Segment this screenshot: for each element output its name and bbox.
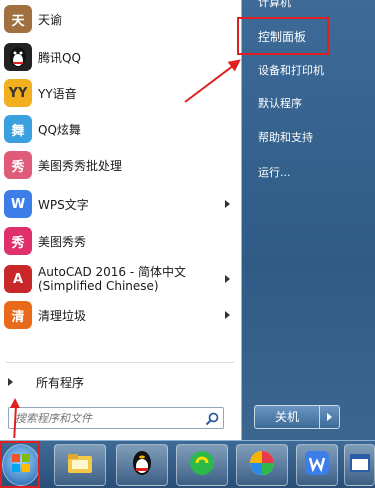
menu-item-default-programs[interactable]: 默认程序 xyxy=(250,89,368,117)
start-menu-programs-pane: 天 天谕 腾讯QQ YY YY语音 舞 QQ炫舞 秀 美图秀秀批处理 W WPS… xyxy=(0,0,242,440)
menu-item-devices-printers[interactable]: 设备和打印机 xyxy=(250,56,368,84)
taskbar-window-app-button[interactable] xyxy=(344,444,375,486)
yy-voice-icon: YY xyxy=(4,79,32,107)
wps-taskbar-icon xyxy=(304,450,330,480)
menu-item-computer[interactable]: 计算机 xyxy=(250,0,368,16)
menu-item-run[interactable]: 运行... xyxy=(250,158,368,186)
colorful-app-icon xyxy=(248,449,276,481)
program-item-meitu[interactable]: 秀 美图秀秀 xyxy=(0,224,240,258)
qq-taskbar-icon xyxy=(129,449,155,481)
meitu-icon: 秀 xyxy=(4,227,32,255)
tianyu-icon: 天 xyxy=(4,5,32,33)
qq-penguin-icon xyxy=(4,43,32,71)
taskbar-qq-button[interactable] xyxy=(116,444,168,486)
search-input[interactable] xyxy=(15,410,195,426)
green-app-icon xyxy=(188,449,216,481)
program-item-wps[interactable]: W WPS文字 xyxy=(0,187,240,221)
start-menu-system-pane: 计算机 控制面板 设备和打印机 默认程序 帮助和支持 运行... 关机 xyxy=(242,0,375,440)
program-label: QQ炫舞 xyxy=(38,122,81,137)
search-box[interactable] xyxy=(8,407,224,429)
shutdown-button[interactable]: 关机 xyxy=(254,405,340,429)
chevron-right-icon xyxy=(327,413,332,421)
program-item-meitu-batch[interactable]: 秀 美图秀秀批处理 xyxy=(0,148,240,182)
divider xyxy=(6,362,234,363)
program-label: 天谕 xyxy=(38,12,63,27)
annotation-arrowhead xyxy=(10,398,20,408)
program-label: 美图秀秀批处理 xyxy=(38,158,123,173)
taskbar-wps-button[interactable] xyxy=(296,444,338,486)
window-app-icon xyxy=(349,452,371,478)
submenu-arrow-icon xyxy=(225,311,230,319)
program-label: AutoCAD 2016 - 简体中文 xyxy=(38,265,187,279)
program-label: 腾讯QQ xyxy=(38,50,81,65)
shutdown-label: 关机 xyxy=(274,410,299,424)
submenu-arrow-icon xyxy=(225,200,230,208)
meitu-batch-icon: 秀 xyxy=(4,151,32,179)
program-label: YY语音 xyxy=(38,86,77,101)
menu-item-control-panel[interactable]: 控制面板 xyxy=(250,22,368,50)
program-label: 美图秀秀 xyxy=(38,234,87,249)
qq-dance-icon: 舞 xyxy=(4,115,32,143)
program-item-autocad[interactable]: A AutoCAD 2016 - 简体中文 (Simplified Chines… xyxy=(0,261,240,297)
wps-writer-icon: W xyxy=(4,190,32,218)
menu-item-help-support[interactable]: 帮助和支持 xyxy=(250,123,368,151)
autocad-icon: A xyxy=(4,265,32,293)
start-button[interactable] xyxy=(2,444,40,486)
taskbar-colorful-app-button[interactable] xyxy=(236,444,288,486)
taskbar-explorer-button[interactable] xyxy=(54,444,106,486)
program-label-line2: (Simplified Chinese) xyxy=(38,279,159,293)
shutdown-options-button[interactable] xyxy=(319,406,339,428)
submenu-arrow-icon xyxy=(225,275,230,283)
windows-start-icon xyxy=(10,452,32,478)
program-label: WPS文字 xyxy=(38,197,89,212)
cleanup-icon: 清 xyxy=(4,301,32,329)
program-label: 清理垃圾 xyxy=(38,308,87,323)
taskbar-green-app-button[interactable] xyxy=(176,444,228,486)
program-item-cleanup[interactable]: 清 清理垃圾 xyxy=(0,298,240,332)
program-item-yy[interactable]: YY YY语音 xyxy=(0,76,240,110)
all-programs-arrow-icon xyxy=(8,378,13,386)
all-programs-button[interactable]: 所有程序 xyxy=(0,368,240,396)
file-explorer-icon xyxy=(66,451,94,479)
program-item-qq-dance[interactable]: 舞 QQ炫舞 xyxy=(0,112,240,146)
program-item-tianyu[interactable]: 天 天谕 xyxy=(0,2,240,36)
program-item-qq[interactable]: 腾讯QQ xyxy=(0,40,240,74)
search-icon[interactable] xyxy=(205,411,219,426)
all-programs-label: 所有程序 xyxy=(36,375,85,390)
